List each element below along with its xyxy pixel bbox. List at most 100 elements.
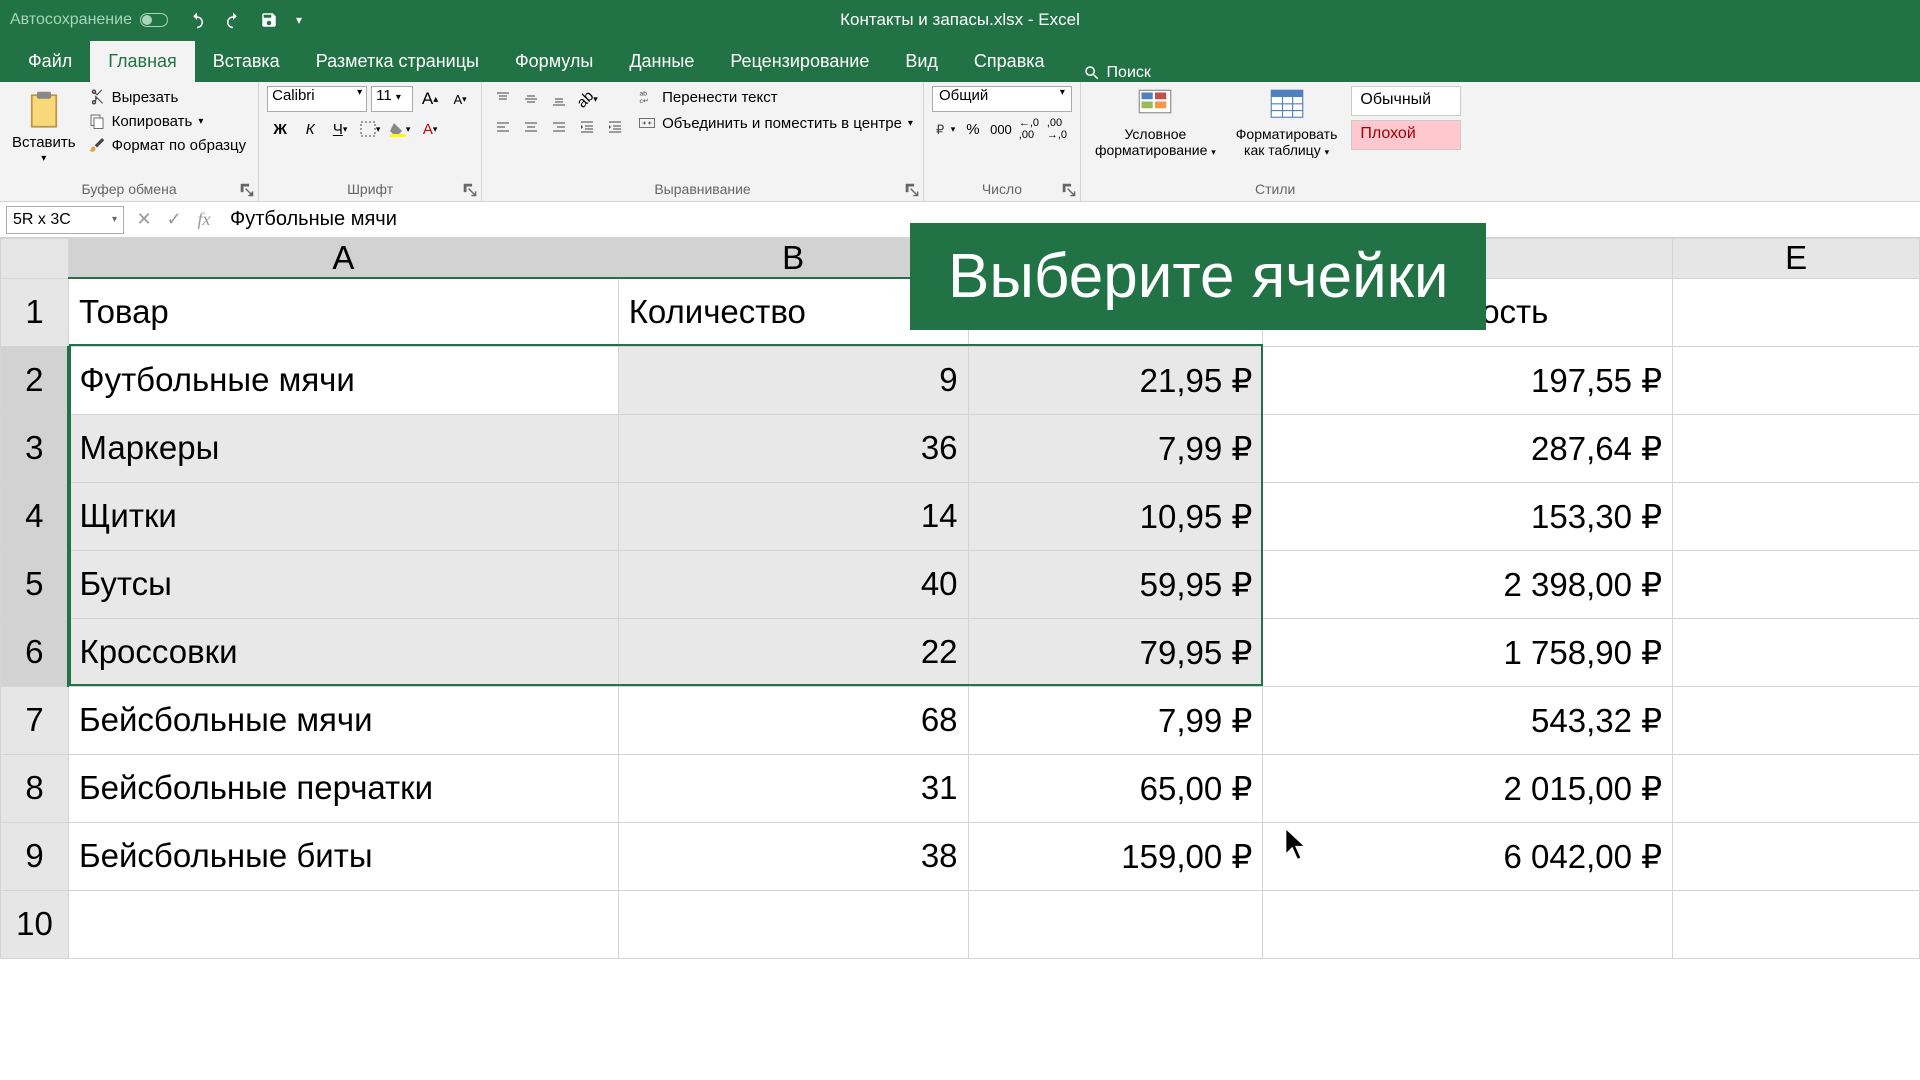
save-icon[interactable]: [260, 11, 278, 29]
col-header-E[interactable]: E: [1673, 239, 1920, 279]
search-box[interactable]: Поиск: [1083, 64, 1151, 82]
align-middle-button[interactable]: [518, 86, 544, 112]
autosave-toggle[interactable]: Автосохранение: [10, 11, 168, 29]
font-name-select[interactable]: Calibri ▾: [267, 86, 367, 112]
row-header-6[interactable]: 6: [1, 618, 69, 686]
dialog-launcher-icon[interactable]: [463, 183, 477, 197]
cell-E2[interactable]: [1673, 346, 1920, 414]
cell-D7[interactable]: 543,32 ₽: [1263, 686, 1673, 754]
cell-B4[interactable]: 14: [618, 482, 968, 550]
bold-button[interactable]: Ж: [267, 116, 293, 142]
cell-D8[interactable]: 2 015,00 ₽: [1263, 754, 1673, 822]
format-painter-button[interactable]: Формат по образцу: [84, 134, 251, 156]
cell-A10[interactable]: [68, 890, 618, 958]
cell-D9[interactable]: 6 042,00 ₽: [1263, 822, 1673, 890]
conditional-formatting-button[interactable]: Условное форматирование ▾: [1089, 86, 1222, 160]
tab-insert[interactable]: Вставка: [195, 41, 298, 82]
grid[interactable]: A B C D E 1 Товар Количество Цена Общая …: [0, 238, 1920, 959]
merge-center-button[interactable]: Объединить и поместить в центре ▾: [636, 112, 915, 134]
cell-E5[interactable]: [1673, 550, 1920, 618]
cell-D3[interactable]: 287,64 ₽: [1263, 414, 1673, 482]
insert-function-button[interactable]: fx: [192, 208, 216, 232]
cell-C6[interactable]: 79,95 ₽: [968, 618, 1263, 686]
cell-A1[interactable]: Товар: [68, 278, 618, 346]
cell-D5[interactable]: 2 398,00 ₽: [1263, 550, 1673, 618]
tab-help[interactable]: Справка: [956, 41, 1063, 82]
cell-C3[interactable]: 7,99 ₽: [968, 414, 1263, 482]
font-color-button[interactable]: А▾: [417, 116, 443, 142]
select-all-corner[interactable]: [1, 239, 69, 279]
tab-formulas[interactable]: Формулы: [497, 41, 611, 82]
tab-page-layout[interactable]: Разметка страницы: [298, 41, 497, 82]
row-header-4[interactable]: 4: [1, 482, 69, 550]
cell-C10[interactable]: [968, 890, 1263, 958]
cell-B9[interactable]: 38: [618, 822, 968, 890]
cell-E7[interactable]: [1673, 686, 1920, 754]
redo-icon[interactable]: [224, 11, 242, 29]
decrease-indent-button[interactable]: [574, 114, 600, 140]
align-left-button[interactable]: [490, 114, 516, 140]
underline-button[interactable]: Ч ▾: [327, 116, 353, 142]
align-bottom-button[interactable]: [546, 86, 572, 112]
cell-E10[interactable]: [1673, 890, 1920, 958]
increase-font-button[interactable]: A▴: [417, 86, 443, 112]
cell-A3[interactable]: Маркеры: [68, 414, 618, 482]
cell-C9[interactable]: 159,00 ₽: [968, 822, 1263, 890]
cell-C4[interactable]: 10,95 ₽: [968, 482, 1263, 550]
row-header-3[interactable]: 3: [1, 414, 69, 482]
confirm-formula-button[interactable]: ✓: [162, 208, 186, 232]
style-normal[interactable]: Обычный: [1351, 86, 1461, 116]
cell-B6[interactable]: 22: [618, 618, 968, 686]
cell-C5[interactable]: 59,95 ₽: [968, 550, 1263, 618]
tab-data[interactable]: Данные: [611, 41, 712, 82]
row-header-9[interactable]: 9: [1, 822, 69, 890]
cell-E4[interactable]: [1673, 482, 1920, 550]
cell-C2[interactable]: 21,95 ₽: [968, 346, 1263, 414]
cell-A5[interactable]: Бутсы: [68, 550, 618, 618]
cell-E3[interactable]: [1673, 414, 1920, 482]
col-header-A[interactable]: A: [68, 239, 618, 279]
cell-D6[interactable]: 1 758,90 ₽: [1263, 618, 1673, 686]
cell-B2[interactable]: 9: [618, 346, 968, 414]
tab-file[interactable]: Файл: [10, 41, 90, 82]
cell-B10[interactable]: [618, 890, 968, 958]
cell-D2[interactable]: 197,55 ₽: [1263, 346, 1673, 414]
cell-E6[interactable]: [1673, 618, 1920, 686]
increase-decimal-button[interactable]: ←,0,00: [1016, 116, 1042, 142]
row-header-7[interactable]: 7: [1, 686, 69, 754]
number-format-select[interactable]: Общий▾: [932, 86, 1072, 112]
cell-D4[interactable]: 153,30 ₽: [1263, 482, 1673, 550]
dialog-launcher-icon[interactable]: [905, 183, 919, 197]
cell-D10[interactable]: [1263, 890, 1673, 958]
cell-A2[interactable]: Футбольные мячи: [68, 346, 618, 414]
cell-C8[interactable]: 65,00 ₽: [968, 754, 1263, 822]
copy-button[interactable]: Копировать ▾: [84, 110, 251, 132]
row-header-1[interactable]: 1: [1, 278, 69, 346]
decrease-decimal-button[interactable]: ,00→,0: [1044, 116, 1070, 142]
dialog-launcher-icon[interactable]: [1062, 183, 1076, 197]
cell-B5[interactable]: 40: [618, 550, 968, 618]
cell-A9[interactable]: Бейсбольные биты: [68, 822, 618, 890]
cell-E1[interactable]: [1673, 278, 1920, 346]
align-right-button[interactable]: [546, 114, 572, 140]
row-header-8[interactable]: 8: [1, 754, 69, 822]
orientation-button[interactable]: ab▾: [574, 86, 600, 112]
comma-button[interactable]: 000: [988, 116, 1014, 142]
decrease-font-button[interactable]: A▾: [447, 86, 473, 112]
cell-styles-gallery[interactable]: Обычный Плохой: [1351, 86, 1461, 160]
font-size-select[interactable]: 11 ▾: [371, 86, 413, 112]
tab-review[interactable]: Рецензирование: [712, 41, 887, 82]
currency-button[interactable]: ₽▾: [932, 116, 958, 142]
align-center-button[interactable]: [518, 114, 544, 140]
name-box[interactable]: 5R x 3C ▾: [6, 206, 124, 234]
percent-button[interactable]: %: [960, 116, 986, 142]
dialog-launcher-icon[interactable]: [240, 183, 254, 197]
cell-B3[interactable]: 36: [618, 414, 968, 482]
cell-A7[interactable]: Бейсбольные мячи: [68, 686, 618, 754]
row-header-2[interactable]: 2: [1, 346, 69, 414]
cell-A8[interactable]: Бейсбольные перчатки: [68, 754, 618, 822]
undo-icon[interactable]: [188, 11, 206, 29]
paste-button[interactable]: Вставить ▾: [8, 86, 80, 168]
cell-B8[interactable]: 31: [618, 754, 968, 822]
row-header-5[interactable]: 5: [1, 550, 69, 618]
